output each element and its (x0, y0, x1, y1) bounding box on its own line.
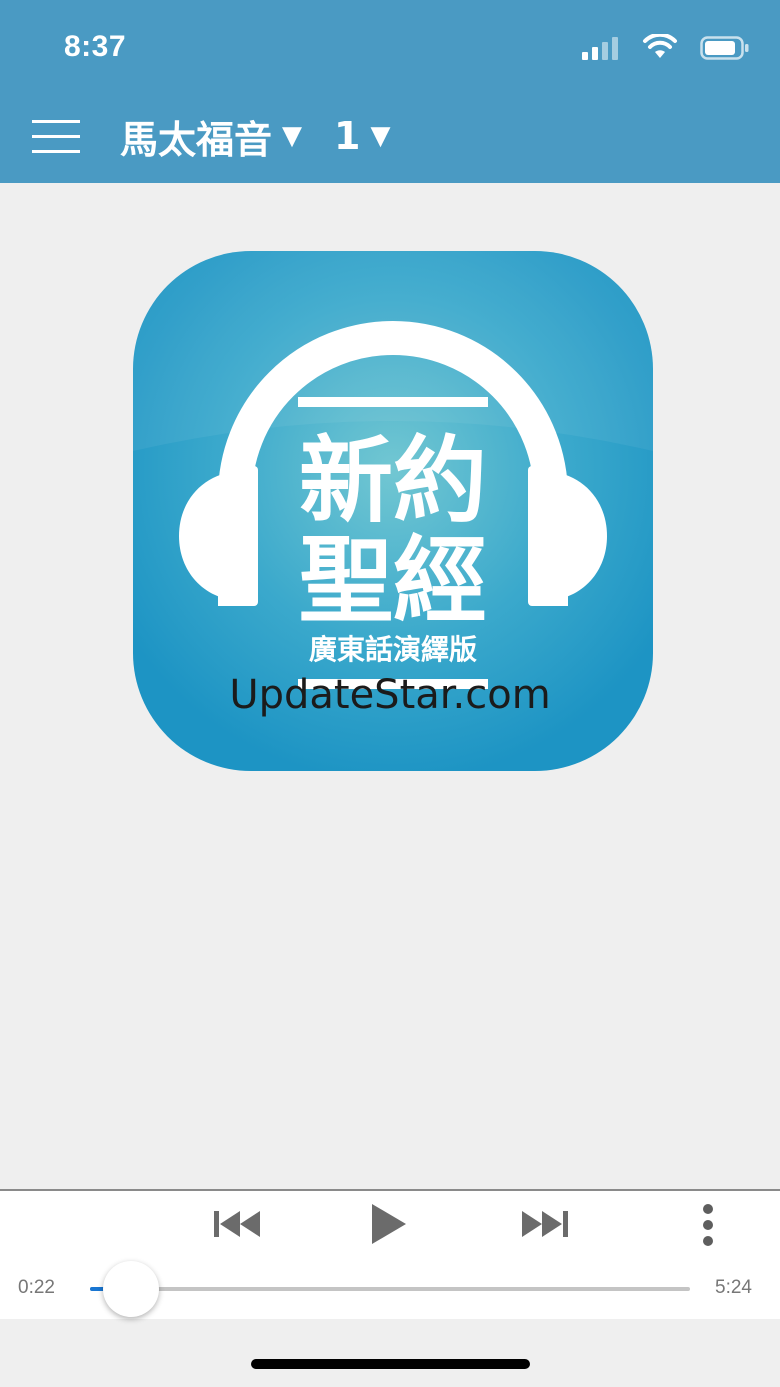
seek-thumb[interactable] (102, 1261, 159, 1317)
chapter-selector[interactable]: 1 ▼ (334, 114, 390, 158)
artwork-title-line2: 聖經 (299, 527, 487, 636)
hamburger-menu-icon[interactable] (32, 117, 80, 155)
previous-track-icon[interactable] (210, 1209, 264, 1239)
book-selector[interactable]: 馬太福音 ▼ (120, 109, 302, 164)
book-name: 馬太福音 (120, 117, 273, 162)
status-time: 8:37 (64, 30, 127, 63)
current-time: 0:22 (18, 1277, 55, 1298)
next-track-icon[interactable] (518, 1209, 572, 1239)
audio-player: 0:22 5:24 (0, 1189, 780, 1319)
top-bar: 8:37 馬太福音 ▼ 1 ▼ (0, 0, 780, 183)
status-icons (550, 34, 750, 62)
chapter-number: 1 (334, 114, 361, 158)
play-icon[interactable] (366, 1202, 410, 1246)
artwork-title-line1: 新約 (299, 427, 487, 536)
nav-title: 馬太福音 ▼ 1 ▼ (120, 112, 390, 162)
wifi-icon (643, 34, 677, 58)
dropdown-caret-icon: ▼ (370, 121, 391, 151)
battery-icon (700, 36, 749, 60)
cellular-signal-icon (582, 37, 618, 60)
seek-bar[interactable] (90, 1261, 690, 1317)
dropdown-caret-icon: ▼ (282, 121, 303, 151)
home-indicator (251, 1359, 530, 1369)
watermark-text: UpdateStar.com (229, 672, 551, 718)
total-time: 5:24 (715, 1277, 752, 1298)
more-options-icon[interactable] (698, 1203, 718, 1247)
artwork-subtitle: 廣東話演繹版 (309, 633, 477, 666)
